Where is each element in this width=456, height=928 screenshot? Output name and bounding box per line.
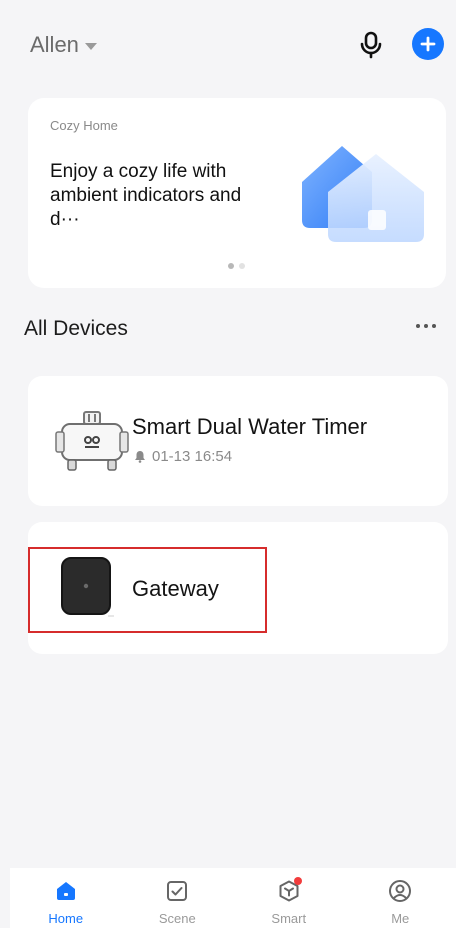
plus-icon [420,36,436,52]
tab-label: Scene [158,911,196,926]
banner-pagination [228,263,245,269]
device-status-time: 01-13 16:54 [152,448,233,465]
device-name: Smart Dual Water Timer [132,414,368,439]
banner-title: Enjoy a cozy life with ambient indicator… [50,161,242,230]
top-header: Allen [0,0,456,90]
ellipsis-icon [416,324,420,328]
app-screen: Allen Cozy Home Enjoy a cozy life with a… [0,0,456,928]
device-status: 01-13 16:54 [134,448,232,465]
tab-me[interactable]: Me [345,868,456,928]
house-illustration-icon [302,146,424,242]
gateway-device-icon [61,557,114,617]
profile-icon [387,878,413,904]
microphone-icon [360,31,382,59]
tab-smart[interactable]: Smart [233,868,345,928]
caret-down-icon [84,43,97,50]
device-card-water-timer[interactable]: Smart Dual Water Timer 01-13 16:54 [28,376,448,506]
pagination-dot [228,263,234,269]
notification-badge [293,877,302,885]
checkbox-icon [164,878,190,904]
tab-label: Smart [271,911,307,926]
pagination-dot [239,263,245,269]
home-name: Allen [30,32,79,57]
tab-label: Home [48,911,84,926]
tab-label: Me [391,911,410,926]
bell-icon [135,451,145,463]
water-timer-icon [55,411,129,471]
device-card-gateway[interactable]: Gateway [28,522,448,654]
promo-banner[interactable]: Cozy Home Enjoy a cozy life with ambient… [28,98,446,288]
add-device-button[interactable] [412,28,444,60]
home-icon [53,878,79,904]
tab-scene[interactable]: Scene [122,868,234,928]
tab-home[interactable]: Home [10,868,122,928]
more-options-button[interactable] [414,318,438,334]
cube-icon [276,877,302,904]
bottom-tab-bar: Home Scene Smart Me [10,868,456,928]
voice-button[interactable] [356,30,386,60]
device-name: Gateway [132,576,219,601]
section-title: All Devices [24,317,128,340]
home-selector[interactable]: Allen [30,32,97,58]
banner-eyebrow: Cozy Home [50,118,118,133]
